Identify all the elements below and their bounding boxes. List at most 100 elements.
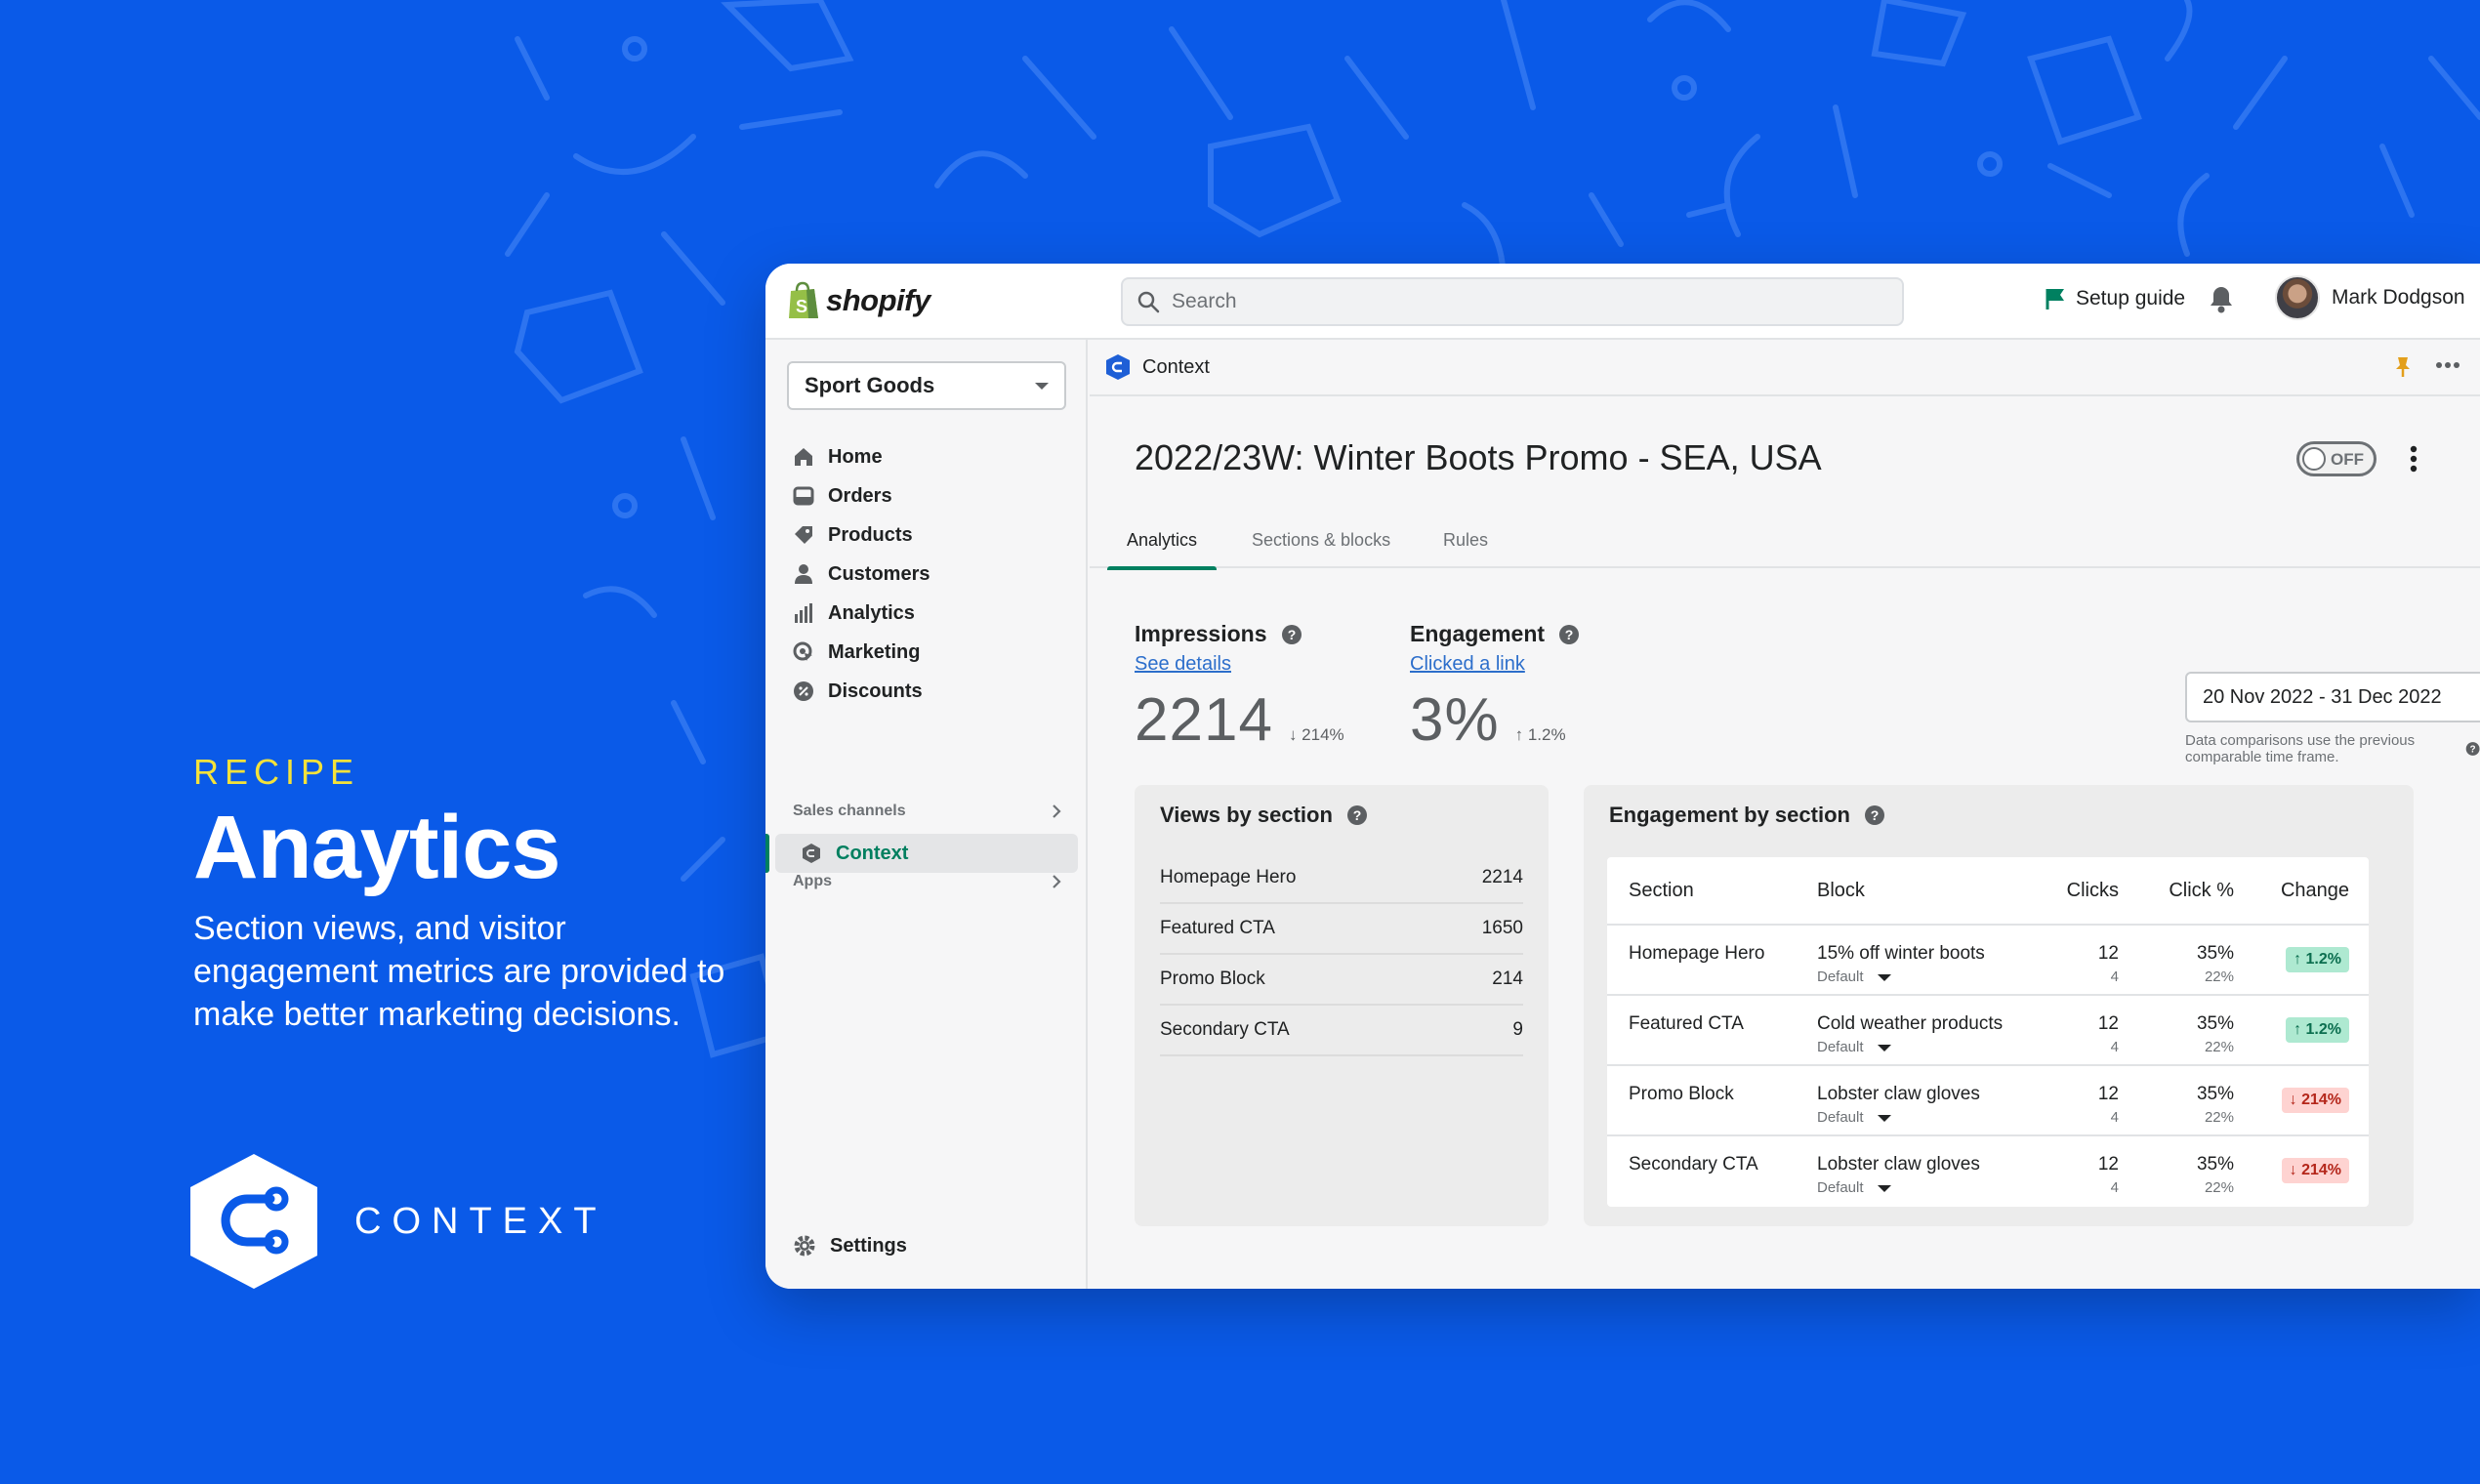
sidebar-item-customers[interactable]: Customers: [783, 555, 1076, 594]
variant-dropdown[interactable]: Default: [1817, 1039, 2003, 1055]
sidebar-item-label: Marketing: [828, 640, 921, 663]
table-row: Featured CTA Cold weather products Defau…: [1607, 996, 2369, 1066]
views-count: 214: [1492, 969, 1523, 989]
change-badge: ↓ 214%: [2281, 1088, 2349, 1113]
search-input[interactable]: [1172, 290, 1855, 313]
user-name: Mark Dodgson: [2332, 286, 2465, 309]
tab-rules[interactable]: Rules: [1443, 512, 1488, 568]
row-change: ↑ 1.2%: [2286, 1017, 2349, 1043]
pct-value: 35%: [2196, 1013, 2234, 1034]
promo-kicker: RECIPE: [193, 752, 360, 792]
row-change: ↓ 214%: [2281, 1158, 2349, 1183]
date-range-note: Data comparisons use the previous compar…: [2185, 732, 2480, 765]
row-block: Cold weather products Default: [1817, 1013, 2003, 1055]
store-selector[interactable]: Sport Goods: [787, 361, 1066, 410]
chevron-down-icon: [1035, 382, 1049, 390]
views-count: 9: [1512, 1019, 1523, 1040]
sidebar-item-analytics[interactable]: Analytics: [783, 594, 1076, 633]
topbar: S shopify Setup guide Mark Dodgson: [765, 264, 2480, 340]
app-header: Context: [1090, 340, 2480, 396]
setup-guide-button[interactable]: Setup guide: [2045, 287, 2185, 310]
engagement-value: 3%: [1410, 686, 1500, 754]
brand-word: CONTEXT: [354, 1200, 607, 1242]
clicks-sub: 4: [2110, 969, 2119, 985]
sidebar-item-orders[interactable]: Orders: [783, 476, 1076, 515]
list-item: Secondary CTA 9: [1160, 1006, 1523, 1056]
sidebar-item-products[interactable]: Products: [783, 515, 1076, 555]
help-icon[interactable]: ?: [1864, 804, 1885, 826]
tab-sections-blocks[interactable]: Sections & blocks: [1252, 512, 1390, 568]
views-card-title: Views by section: [1160, 803, 1333, 827]
bell-icon[interactable]: [2209, 285, 2234, 314]
discount-icon: [794, 681, 813, 701]
variant-label: Default: [1817, 1109, 1864, 1126]
more-horizontal-icon[interactable]: [2435, 361, 2460, 369]
shopify-logo[interactable]: S shopify: [787, 281, 930, 320]
views-section-name: Secondary CTA: [1160, 1019, 1290, 1040]
setup-guide-label: Setup guide: [2076, 287, 2186, 309]
settings-label: Settings: [830, 1234, 907, 1257]
clicked-link-link[interactable]: Clicked a link: [1410, 653, 1580, 676]
table-row: Secondary CTA Lobster claw gloves Defaul…: [1607, 1136, 2369, 1207]
sidebar-item-marketing[interactable]: Marketing: [783, 633, 1076, 672]
sidebar-item-home[interactable]: Home: [783, 437, 1076, 476]
pin-icon[interactable]: [2394, 355, 2412, 379]
help-icon[interactable]: ?: [1346, 804, 1368, 826]
orders-icon: [793, 486, 814, 506]
row-click-pct: 35% 22%: [2197, 943, 2234, 985]
variant-dropdown[interactable]: Default: [1817, 1179, 1980, 1196]
clicks-sub: 4: [2110, 1109, 2119, 1126]
variant-dropdown[interactable]: Default: [1817, 1109, 1980, 1126]
sidebar-sales-channels[interactable]: Sales channels: [793, 803, 1062, 820]
impressions-title: Impressions: [1135, 621, 1267, 646]
pct-sub: 22%: [2204, 1109, 2234, 1126]
help-icon[interactable]: ?: [1558, 624, 1580, 645]
chevron-right-icon: [1053, 875, 1061, 888]
search-bar[interactable]: [1121, 277, 1904, 326]
row-block: Lobster claw gloves Default: [1817, 1154, 1980, 1196]
list-item: Promo Block 214: [1160, 955, 1523, 1006]
sidebar-item-discounts[interactable]: Discounts: [783, 672, 1076, 711]
svg-text:?: ?: [1353, 807, 1362, 823]
more-vertical-icon[interactable]: [2410, 445, 2418, 473]
context-brand: CONTEXT: [190, 1154, 607, 1289]
table-header: Section Block Clicks Click % Change: [1607, 857, 2369, 926]
pct-value: 35%: [2196, 943, 2234, 964]
help-icon[interactable]: ?: [1281, 624, 1302, 645]
sidebar-item-settings[interactable]: Settings: [793, 1234, 907, 1257]
sales-channels-label: Sales channels: [793, 803, 906, 819]
sidebar: Sport Goods Home Orders Products Custome…: [765, 340, 1088, 1289]
engagement-delta: ↑ 1.2%: [1514, 725, 1566, 744]
tab-analytics[interactable]: Analytics: [1106, 512, 1218, 570]
svg-text:?: ?: [1565, 627, 1574, 642]
svg-text:?: ?: [1287, 627, 1296, 642]
help-icon[interactable]: ?: [2465, 738, 2480, 760]
sidebar-apps[interactable]: Apps: [793, 873, 1062, 890]
table-row: Promo Block Lobster claw gloves Default …: [1607, 1066, 2369, 1136]
header-section: Section: [1629, 879, 1694, 901]
toggle-label: OFF: [2331, 450, 2364, 469]
apps-label: Apps: [793, 873, 832, 889]
row-clicks: 12 4: [2098, 1154, 2119, 1196]
status-toggle[interactable]: OFF: [2296, 441, 2377, 476]
shopify-wordmark: shopify: [826, 283, 930, 317]
header-clicks: Clicks: [2066, 879, 2119, 901]
views-by-section-card: Views by section ? Homepage Hero 2214 Fe…: [1135, 785, 1549, 1226]
see-details-link[interactable]: See details: [1135, 653, 1344, 676]
date-range-select[interactable]: 20 Nov 2022 - 31 Dec 2022: [2185, 672, 2480, 722]
context-app-icon: [803, 844, 820, 863]
app-name: Context: [1142, 355, 1210, 378]
clicks-value: 12: [2097, 1084, 2119, 1104]
sidebar-item-context[interactable]: Context: [765, 834, 1078, 873]
clicks-sub: 4: [2110, 1179, 2119, 1196]
row-change: ↑ 1.2%: [2286, 947, 2349, 972]
user-menu[interactable]: Mark Dodgson: [2275, 275, 2465, 320]
variant-label: Default: [1817, 969, 1864, 985]
main-content: Context 2022/23W: Winter Boots Promo - S…: [1090, 340, 2480, 1289]
svg-text:S: S: [796, 297, 807, 316]
sidebar-item-label: Discounts: [828, 680, 923, 702]
variant-dropdown[interactable]: Default: [1817, 969, 1985, 985]
bar-chart-icon: [795, 603, 812, 623]
clicks-value: 12: [2097, 1013, 2119, 1034]
block-name: 15% off winter boots: [1817, 943, 1985, 964]
